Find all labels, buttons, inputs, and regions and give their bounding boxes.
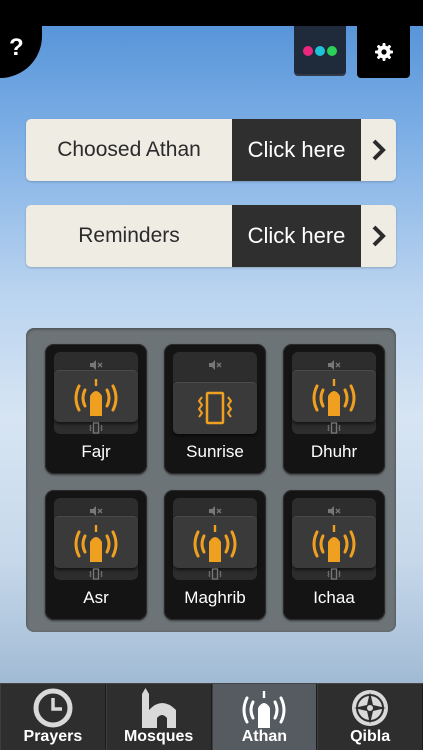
reminders-click-here-button[interactable]: Click here <box>232 205 361 267</box>
prayer-name: Fajr <box>81 442 111 461</box>
prayer-name: Asr <box>83 588 109 607</box>
gear-icon <box>374 43 393 61</box>
compass-icon <box>352 690 389 726</box>
toggle-knob[interactable] <box>173 516 257 568</box>
mosque-icon <box>141 688 176 728</box>
choosed-athan-click-here-button[interactable]: Click here <box>232 119 361 181</box>
vibrate-icon <box>198 391 232 425</box>
prayer-name: Maghrib <box>184 588 246 607</box>
tab-qibla[interactable]: Qibla <box>317 684 423 750</box>
prayer-toggle-maghrib[interactable]: Maghrib <box>164 490 266 620</box>
reminders-row[interactable]: Reminders Click here <box>26 205 396 267</box>
toggle-switch[interactable] <box>292 498 376 580</box>
mute-speaker-icon <box>328 506 341 516</box>
vibrate-small-icon <box>208 568 222 580</box>
toggle-switch[interactable] <box>292 352 376 434</box>
chevron-right-icon <box>372 139 386 161</box>
prayer-toggle-ichaa[interactable]: Ichaa <box>283 490 385 620</box>
help-icon: ? <box>9 34 24 61</box>
athan-icon <box>242 691 286 728</box>
toggle-knob[interactable] <box>54 516 138 568</box>
tab-qibla-label: Qibla <box>350 728 391 745</box>
prayer-name: Dhuhr <box>310 442 358 461</box>
athan-sound-icon <box>74 379 118 416</box>
clock-icon <box>33 688 73 728</box>
settings-button[interactable] <box>357 26 410 78</box>
athan-sound-icon <box>312 379 356 416</box>
reminders-arrow[interactable] <box>361 205 396 267</box>
vibrate-small-icon <box>327 568 341 580</box>
toggle-knob[interactable] <box>54 370 138 422</box>
prayer-name: Ichaa <box>313 588 355 607</box>
mute-speaker-icon <box>90 506 103 516</box>
reminders-label: Reminders <box>26 205 232 267</box>
mute-speaker-icon <box>328 360 341 370</box>
choosed-athan-label: Choosed Athan <box>26 119 232 181</box>
chevron-right-icon <box>372 225 386 247</box>
mute-speaker-icon <box>90 360 103 370</box>
toggle-switch[interactable] <box>173 498 257 580</box>
tab-bar: Prayers Mosques Athan Qibla <box>0 683 423 750</box>
prayer-toggle-sunrise[interactable]: Sunrise <box>164 344 266 474</box>
toggle-knob[interactable] <box>292 370 376 422</box>
color-dot-green <box>327 46 337 56</box>
toggle-knob[interactable] <box>173 382 257 434</box>
toggle-switch[interactable] <box>173 352 257 434</box>
toggle-switch[interactable] <box>54 498 138 580</box>
prayer-toggle-dhuhr[interactable]: Dhuhr <box>283 344 385 474</box>
mute-speaker-icon <box>209 360 222 370</box>
vibrate-small-icon <box>89 568 103 580</box>
athan-sound-icon <box>312 525 356 562</box>
tab-mosques[interactable]: Mosques <box>105 684 212 750</box>
tab-prayers[interactable]: Prayers <box>0 684 106 750</box>
status-bar <box>0 0 423 26</box>
theme-colors-button[interactable] <box>294 26 346 76</box>
color-dot-pink <box>303 46 313 56</box>
help-button[interactable]: ? <box>0 26 42 78</box>
choosed-athan-arrow[interactable] <box>361 119 396 181</box>
toggle-knob[interactable] <box>292 516 376 568</box>
tab-mosques-label: Mosques <box>123 728 194 745</box>
choosed-athan-row[interactable]: Choosed Athan Click here <box>26 119 396 181</box>
prayer-name: Sunrise <box>186 442 244 461</box>
toggle-switch[interactable] <box>54 352 138 434</box>
tab-athan[interactable]: Athan <box>211 684 318 750</box>
vibrate-small-icon <box>327 422 341 434</box>
vibrate-small-icon <box>89 422 103 434</box>
athan-sound-icon <box>74 525 118 562</box>
mute-speaker-icon <box>209 506 222 516</box>
athan-sound-icon <box>193 525 237 562</box>
tab-athan-label: Athan <box>241 728 288 745</box>
tab-prayers-label: Prayers <box>23 728 83 745</box>
color-dot-cyan <box>315 46 325 56</box>
prayer-toggle-fajr[interactable]: Fajr <box>45 344 147 474</box>
prayer-toggle-asr[interactable]: Asr <box>45 490 147 620</box>
